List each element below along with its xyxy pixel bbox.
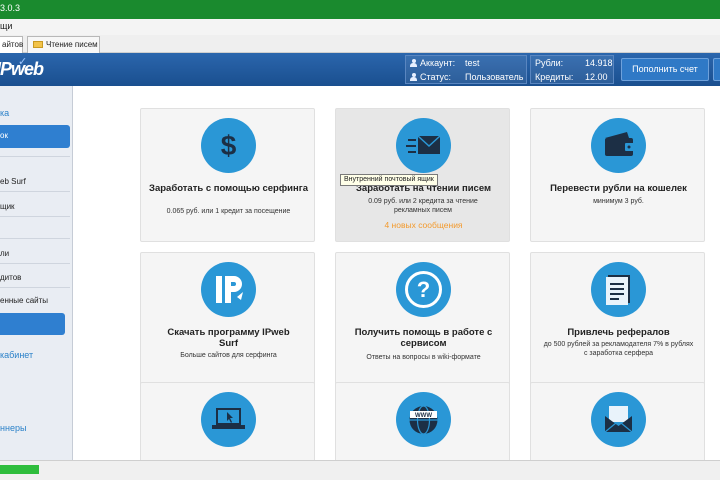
sidebar-item-label: ок	[0, 131, 8, 140]
card-title: Привлечь рефералов	[567, 327, 670, 338]
sidebar-item-selected[interactable]: ок	[0, 125, 70, 148]
user-icon	[410, 73, 417, 81]
sidebar-item-mailbox[interactable]: щик	[0, 202, 70, 211]
status-bar	[0, 460, 720, 480]
open-envelope-icon	[591, 392, 646, 447]
sidebar-divider	[0, 191, 70, 192]
sidebar-divider	[0, 238, 70, 239]
envelope-icon	[396, 118, 451, 173]
ipweb-icon	[201, 262, 256, 317]
rubles-label: Рубли:	[535, 58, 564, 68]
tab-bar: айтов Чтение писем	[0, 35, 720, 53]
credits-label: Кредиты:	[535, 72, 574, 82]
card-title: Заработать с помощью серфинга	[149, 183, 308, 194]
tooltip: Внутренний почтовый ящик	[340, 174, 438, 186]
laptop-cursor-icon	[201, 392, 256, 447]
card-get-help[interactable]: ? Получить помощь в работе с сервисом От…	[335, 252, 510, 386]
account-value: test	[465, 58, 480, 68]
tab-label: Чтение писем	[46, 40, 98, 49]
svg-text:WWW: WWW	[415, 413, 432, 419]
menu-item[interactable]: щи	[0, 21, 12, 31]
card-add-site[interactable]	[140, 382, 315, 472]
balance-info: Рубли: 14.918 Кредиты: 12.00	[530, 55, 614, 84]
credits-value: 12.00	[585, 72, 608, 82]
question-icon: ?	[396, 262, 451, 317]
app-header: IPweb ✓ Аккаунт: test Статус: Пользователь…	[0, 53, 720, 86]
sidebar-divider	[0, 287, 70, 288]
envelope-icon	[33, 41, 43, 48]
tab-label: айтов	[2, 40, 24, 49]
referral-form-icon	[591, 262, 646, 317]
user-icon	[410, 59, 417, 67]
svg-text:$: $	[221, 130, 237, 161]
sidebar-item-saved-sites[interactable]: енные сайты	[0, 296, 70, 305]
card-subtitle: Больше сайтов для серфинга	[180, 352, 277, 359]
tab-reading-mail[interactable]: Чтение писем	[27, 36, 100, 53]
sidebar-item-banners[interactable]: ннеры	[0, 423, 70, 433]
sidebar-divider	[0, 263, 70, 264]
card-title: Получить помощь в работе с сервисом	[354, 327, 493, 349]
sidebar-item-cabinet[interactable]: кабинет	[0, 350, 70, 360]
card-attract-referrals[interactable]: Привлечь рефералов до 500 рублей за рекл…	[530, 252, 705, 386]
menu-bar: щи	[0, 19, 720, 35]
card-subtitle: 0.09 руб. или 2 кредита за чтение реклам…	[368, 198, 478, 214]
status-label: Статус:	[420, 72, 451, 82]
tab-sites[interactable]: айтов	[0, 36, 23, 53]
account-label: Аккаунт:	[420, 58, 456, 68]
new-messages-note: 4 новых сообщения	[384, 220, 463, 230]
sidebar: ка ок eb Surf щик ли дитов енные сайты к…	[0, 86, 73, 460]
www-globe-icon: WWW	[396, 392, 451, 447]
progress-bar	[0, 465, 39, 474]
card-subtitle: минимум 3 руб.	[593, 198, 644, 205]
sidebar-divider	[0, 216, 70, 217]
title-bar: 3.0.3	[0, 0, 720, 19]
header-extra-button[interactable]	[713, 58, 720, 81]
main-content: $ Заработать с помощью серфинга 0.065 ру…	[74, 86, 720, 472]
account-info: Аккаунт: test Статус: Пользователь	[405, 55, 527, 84]
sidebar-item-5[interactable]: ли	[0, 249, 70, 258]
card-subtitle: 0.065 руб. или 1 кредит за посещение	[166, 208, 291, 215]
sidebar-divider	[0, 156, 70, 157]
sidebar-item-ipweb-surf[interactable]: eb Surf	[0, 177, 70, 186]
card-title: Перевести рубли на кошелек	[550, 183, 687, 194]
wallet-icon	[591, 118, 646, 173]
card-subtitle: Ответы на вопросы в wiki-формате	[366, 354, 481, 361]
sidebar-item-1[interactable]: ка	[0, 108, 70, 118]
sidebar-item-active-block[interactable]	[0, 313, 65, 335]
svg-text:?: ?	[417, 277, 430, 302]
card-transfer-to-wallet[interactable]: Перевести рубли на кошелек минимум 3 руб…	[530, 108, 705, 242]
card-earn-surfing[interactable]: $ Заработать с помощью серфинга 0.065 ру…	[140, 108, 315, 242]
logo-mark-icon: ✓	[18, 56, 28, 68]
rubles-value: 14.918	[585, 58, 613, 68]
status-value: Пользователь	[465, 72, 524, 82]
sidebar-item-credits[interactable]: дитов	[0, 273, 70, 282]
card-download-surf[interactable]: Скачать программу IPweb Surf Больше сайт…	[140, 252, 315, 386]
card-manage-sites[interactable]: WWW	[335, 382, 510, 472]
topup-button[interactable]: Пополнить счет	[621, 58, 709, 81]
dollar-icon: $	[201, 118, 256, 173]
card-manage-mailings[interactable]	[530, 382, 705, 472]
card-subtitle: до 500 рублей за рекламодателя 7% в рубл…	[543, 341, 694, 357]
card-title: Скачать программу IPweb Surf	[167, 327, 290, 349]
window-title: 3.0.3	[0, 3, 21, 13]
